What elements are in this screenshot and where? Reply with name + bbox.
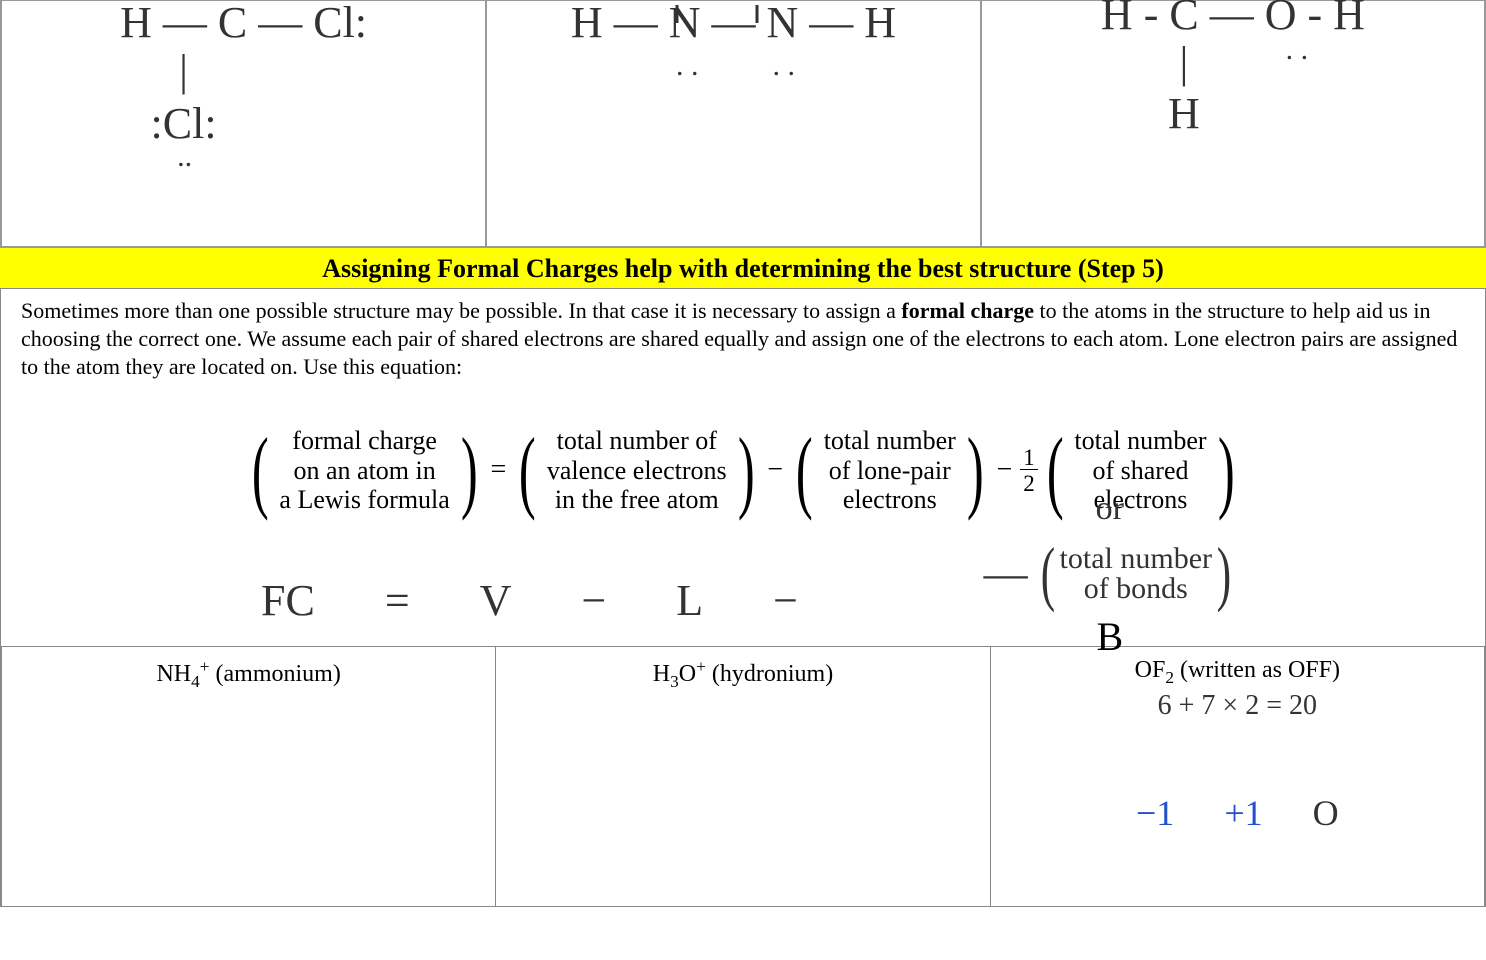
- paren-name: (ammonium): [210, 661, 341, 687]
- paren-open-icon: (: [519, 434, 536, 508]
- hw-minus: −: [581, 575, 606, 626]
- hw-V: V: [480, 575, 512, 626]
- explanation-paragraph: Sometimes more than one possible structu…: [1, 289, 1485, 385]
- equals-sign: =: [490, 454, 506, 486]
- line: a Lewis formula: [279, 485, 449, 515]
- hw-equals: =: [385, 575, 410, 626]
- example-of2: OF2 (written as OFF) 6 + 7 × 2 = 20 −1 +…: [991, 647, 1485, 906]
- text: NH: [156, 661, 191, 687]
- line: in the free atom: [547, 485, 727, 515]
- example-hydronium: H3O+ (hydronium): [496, 647, 990, 906]
- paren-content: formal charge on an atom in a Lewis form…: [275, 426, 453, 516]
- section-heading-formal-charges: Assigning Formal Charges help with deter…: [0, 248, 1486, 288]
- hw-charge-minus-one: −1: [1136, 792, 1174, 834]
- subscript: 3: [670, 672, 679, 691]
- line: of bonds: [1060, 574, 1212, 604]
- lewis-structure-ch3oh: H - C — O - H . . | H: [1101, 0, 1365, 138]
- line: formal charge: [279, 426, 449, 456]
- line: of lone-pair: [824, 456, 956, 486]
- paren-open-icon: (: [796, 434, 813, 508]
- hw-FC: FC: [261, 575, 315, 626]
- text: OF: [1135, 657, 1166, 683]
- text: H: [653, 661, 670, 687]
- paren-name: (hydronium): [706, 661, 833, 687]
- paren-content: total number of valence electrons in the…: [543, 426, 731, 516]
- line: valence electrons: [547, 456, 727, 486]
- hw-or-label: or: [984, 490, 1236, 528]
- term-formal-charge: ( formal charge on an atom in a Lewis fo…: [245, 426, 485, 516]
- superscript: +: [200, 657, 210, 676]
- paren-content: total number of lone-pair electrons: [820, 426, 960, 516]
- struct-dots: . .: [1229, 33, 1365, 67]
- example-ammonium: NH4+ (ammonium): [1, 647, 496, 906]
- line: total number: [824, 426, 956, 456]
- structure-cell-2: H — N — N — H . .. .: [486, 0, 981, 247]
- main-content-box: Sometimes more than one possible structu…: [0, 288, 1486, 907]
- examples-table: NH4+ (ammonium) H3O+ (hydronium) OF2 (wr…: [1, 646, 1485, 906]
- text: Sometimes more than one possible structu…: [21, 298, 901, 323]
- paren-close-icon: ): [738, 434, 755, 508]
- line: on an atom in: [279, 456, 449, 486]
- structure-cell-3: H - C — O - H . . | H: [981, 0, 1486, 247]
- hw-electron-count: 6 + 7 × 2 = 20: [1005, 690, 1470, 722]
- structure-cell-1: H — C — Cl: | :Cl: ..: [0, 0, 486, 247]
- formal-charge-formula: ( formal charge on an atom in a Lewis fo…: [1, 415, 1485, 525]
- hw-charge-zero: O: [1313, 792, 1339, 834]
- numerator: 1: [1020, 446, 1038, 470]
- hw-charge-plus-one: +1: [1224, 792, 1262, 834]
- hw-minus-sign: —: [984, 548, 1028, 599]
- hw-bonds-text: total number of bonds: [1060, 544, 1212, 604]
- formula-label: OF2 (written as OFF): [1005, 657, 1470, 688]
- formula-label: H3O+ (hydronium): [510, 657, 975, 692]
- lewis-structure-n2h4: H — N — N — H . .. .: [571, 0, 896, 83]
- minus-sign: −: [767, 454, 783, 486]
- line: total number of: [547, 426, 727, 456]
- line: of shared: [1074, 456, 1206, 486]
- hw-L: L: [676, 575, 703, 626]
- subscript: 4: [191, 672, 200, 691]
- struct-text: H — C — Cl:: [120, 0, 367, 47]
- struct-dots: ..: [2, 140, 367, 174]
- minus-sign: −: [996, 454, 1012, 486]
- lewis-structure-chcl: H — C — Cl: | :Cl: ..: [120, 0, 367, 182]
- decoration-svg: [557, 3, 877, 63]
- hw-paren-open-icon: (: [1040, 532, 1054, 615]
- text: O: [679, 661, 696, 687]
- top-structures-row: H — C — Cl: | :Cl: .. H — N — N — H . ..…: [0, 0, 1486, 248]
- struct-text: H: [1003, 90, 1365, 138]
- hw-bonds-paren: — ( total number of bonds ): [984, 532, 1236, 615]
- subscript: 2: [1165, 668, 1174, 687]
- formula-label: NH4+ (ammonium): [16, 657, 481, 692]
- hw-formal-charges: −1 +1 O: [1005, 792, 1470, 834]
- paren-close-icon: ): [967, 434, 984, 508]
- fraction-one-half: 1 2: [1020, 446, 1038, 495]
- line: total number: [1060, 544, 1212, 574]
- term-valence-electrons: ( total number of valence electrons in t…: [512, 426, 761, 516]
- bold-term-formal-charge: formal charge: [901, 298, 1034, 323]
- struct-text: |: [0, 47, 367, 95]
- handwritten-fc-equation: FC = V − L −: [261, 575, 1485, 626]
- line: electrons: [824, 485, 956, 515]
- superscript: +: [696, 657, 706, 676]
- hw-paren-close-icon: ): [1217, 532, 1231, 615]
- paren-open-icon: (: [252, 434, 269, 508]
- handwritten-alternate-term: or — ( total number of bonds ) B: [984, 490, 1236, 660]
- term-lone-pair-electrons: ( total number of lone-pair electrons ): [789, 426, 990, 516]
- paren-close-icon: ): [461, 434, 478, 508]
- hw-minus: −: [773, 575, 798, 626]
- line: total number: [1074, 426, 1206, 456]
- paren-name: (written as OFF): [1174, 657, 1340, 683]
